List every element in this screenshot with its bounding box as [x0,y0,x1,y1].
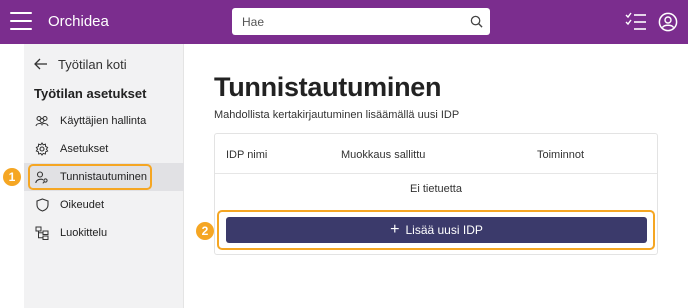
gear-icon [34,141,50,157]
sidebar-item-label: Oikeudet [60,199,105,211]
search-icon[interactable] [470,15,483,28]
hierarchy-icon [34,225,50,241]
search-box[interactable] [232,8,490,35]
column-header: Toiminnot [537,149,585,161]
sidebar-item-users[interactable]: Käyttäjien hallinta [24,107,184,135]
annotation-badge: 2 [196,222,214,240]
users-icon [34,113,50,129]
shield-icon [34,197,50,213]
page-description: Mahdollista kertakirjautuminen lisäämäll… [214,109,460,121]
top-bar: Orchidea [0,0,688,44]
sidebar-heading: Työtilan asetukset [34,86,147,101]
add-idp-button[interactable]: + Lisää uusi IDP [226,217,647,243]
sidebar-item-permissions[interactable]: Oikeudet [24,191,184,219]
hamburger-menu-icon[interactable] [10,12,32,32]
search-input[interactable] [242,13,452,30]
back-link-label: Työtilan koti [58,56,127,72]
arrow-left-icon [34,58,47,70]
sidebar-item-settings[interactable]: Asetukset [24,135,184,163]
add-idp-button-label: Lisää uusi IDP [405,223,483,237]
sidebar-item-label: Luokittelu [60,227,108,239]
annotation-highlight [28,164,152,190]
sidebar-item-classification[interactable]: Luokittelu [24,219,184,247]
sidebar-item-label: Asetukset [60,143,109,155]
page-title: Tunnistautuminen [214,72,442,102]
plus-icon: + [390,221,400,238]
user-avatar-icon[interactable] [658,12,678,32]
back-link[interactable]: Työtilan koti [34,55,127,73]
app-title[interactable]: Orchidea [48,13,109,30]
empty-state-text: Ei tietuetta [410,183,462,195]
column-header[interactable]: IDP nimi [226,149,267,161]
task-list-icon[interactable] [625,12,647,32]
column-header[interactable]: Muokkaus sallittu [341,149,425,161]
sidebar-item-label: Käyttäjien hallinta [60,115,147,127]
divider [215,173,657,174]
annotation-badge: 1 [3,168,21,186]
